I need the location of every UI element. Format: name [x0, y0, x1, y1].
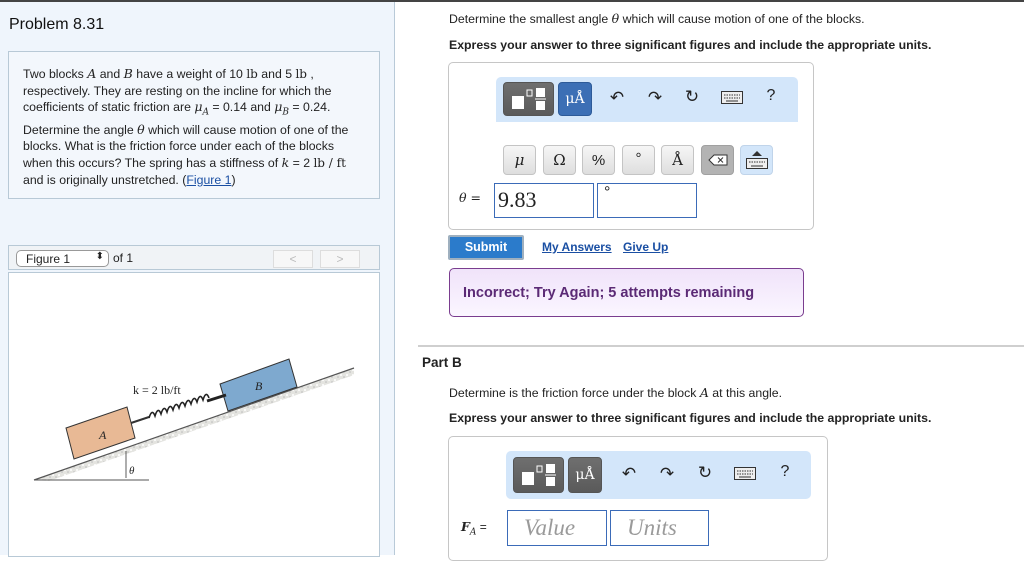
part-a-toolbar: μÅ ↶ ↷ ↻ ? μ Ω % ° Å [496, 77, 798, 177]
unit: lb [295, 67, 307, 81]
spring-rod-a [130, 416, 150, 424]
value-input[interactable]: 9.83 [494, 183, 594, 218]
problem-panel: Problem 8.31 Two blocks A and B have a w… [0, 2, 395, 557]
text: and is originally unstretched. ( [23, 172, 187, 187]
figure-select-value: Figure 1 [26, 252, 71, 266]
help-button[interactable]: ? [764, 87, 778, 105]
text: and 5 [257, 67, 296, 81]
var-a: A [87, 66, 97, 81]
text: = 0.14 and [208, 100, 275, 115]
figure-count: of 1 [113, 251, 134, 265]
text: Determine is the friction force under th… [449, 386, 700, 400]
units-button[interactable]: μÅ [568, 457, 602, 493]
undo-icon[interactable]: ↶ [607, 88, 627, 108]
block-b-label: B [255, 379, 263, 393]
part-a-answer-box: μÅ ↶ ↷ ↻ ? μ Ω % ° Å θ = 9.83 ° [448, 62, 814, 230]
my-answers-link[interactable]: My Answers [542, 240, 612, 254]
part-a-question: Determine the smallest angle θ which wil… [449, 11, 865, 26]
key-degree[interactable]: ° [622, 145, 655, 175]
spring-rod-b [206, 393, 227, 403]
answer-label: θ = [459, 190, 481, 205]
figure-nav-bar: Figure 1 ⬍ of 1 < > [8, 245, 380, 270]
select-arrows-icon: ⬍ [95, 251, 104, 262]
answer-panel: Determine the smallest angle θ which wil… [396, 2, 1024, 561]
text: have a weight of 10 [132, 67, 247, 81]
reset-icon[interactable]: ↻ [695, 463, 715, 483]
redo-icon[interactable]: ↷ [657, 464, 677, 484]
text: Determine the smallest angle [449, 12, 612, 26]
var-a: A [699, 385, 709, 400]
keyboard-icon[interactable] [720, 89, 744, 109]
problem-title: Problem 8.31 [9, 16, 105, 33]
undo-icon[interactable]: ↶ [619, 464, 639, 484]
key-angstrom[interactable]: Å [661, 145, 694, 175]
block-a-label: A [98, 428, 107, 442]
keyboard-toggle-icon [745, 151, 768, 169]
units-input[interactable] [610, 510, 709, 546]
part-b-instruction: Express your answer to three significant… [449, 411, 932, 425]
unit: lb / ft [313, 155, 346, 170]
give-up-link[interactable]: Give Up [623, 240, 668, 254]
angle-label: θ [129, 465, 135, 477]
theta: θ [137, 121, 145, 137]
text: ) [231, 172, 236, 187]
reset-icon[interactable]: ↻ [682, 87, 702, 107]
incline-figure: k = 2 lb/ft A B θ [33, 358, 355, 481]
submit-button[interactable]: Submit [448, 235, 524, 260]
unit: lb [246, 67, 258, 81]
part-a-instruction: Express your answer to three significant… [449, 38, 932, 52]
key-mu[interactable]: μ [503, 145, 536, 175]
eq: = [476, 520, 487, 534]
text: at this angle. [708, 386, 783, 400]
templates-icon [511, 88, 546, 110]
answer-label: FA = [461, 519, 487, 537]
figure-link[interactable]: Figure 1 [186, 173, 231, 187]
text: which will cause motion of one of the bl… [619, 12, 865, 26]
redo-icon[interactable]: ↷ [645, 88, 665, 108]
key-percent[interactable]: % [582, 145, 615, 175]
templates-button[interactable] [513, 457, 564, 493]
backspace-button[interactable] [701, 145, 734, 175]
templates-icon [521, 464, 556, 486]
units-input[interactable]: ° [597, 183, 697, 218]
keyboard-icon[interactable] [733, 465, 757, 485]
part-b-toolbar: μÅ ↶ ↷ ↻ ? [506, 451, 811, 499]
part-divider [418, 345, 1024, 347]
spring [148, 393, 210, 419]
text: Two blocks [23, 67, 88, 81]
spring-label: k = 2 lb/ft [133, 383, 181, 397]
text: = 2 [289, 155, 314, 170]
part-b-title: Part B [422, 355, 462, 370]
next-figure-button[interactable]: > [320, 250, 360, 268]
key-omega[interactable]: Ω [543, 145, 576, 175]
toggle-keyboard-button[interactable] [740, 145, 773, 175]
text: and [96, 67, 124, 81]
prev-figure-button[interactable]: < [273, 250, 313, 268]
backspace-icon [707, 154, 727, 166]
key-row: μ Ω % ° Å [496, 122, 798, 177]
figure-select[interactable]: Figure 1 ⬍ [16, 250, 109, 267]
theta-label: θ = [459, 190, 481, 205]
part-b-answer-box: μÅ ↶ ↷ ↻ ? FA = [448, 436, 828, 561]
f-label: F [461, 519, 470, 534]
part-b-question: Determine is the friction force under th… [449, 385, 782, 400]
help-button[interactable]: ? [778, 463, 792, 481]
templates-button[interactable] [503, 82, 554, 116]
units-button[interactable]: μÅ [558, 82, 592, 116]
problem-description: Two blocks A and B have a weight of 10 l… [8, 51, 380, 199]
figure-area: k = 2 lb/ft A B θ [8, 272, 380, 557]
var-b: B [123, 66, 133, 81]
feedback-message: Incorrect; Try Again; 5 attempts remaini… [449, 268, 804, 317]
value-input[interactable] [507, 510, 607, 546]
